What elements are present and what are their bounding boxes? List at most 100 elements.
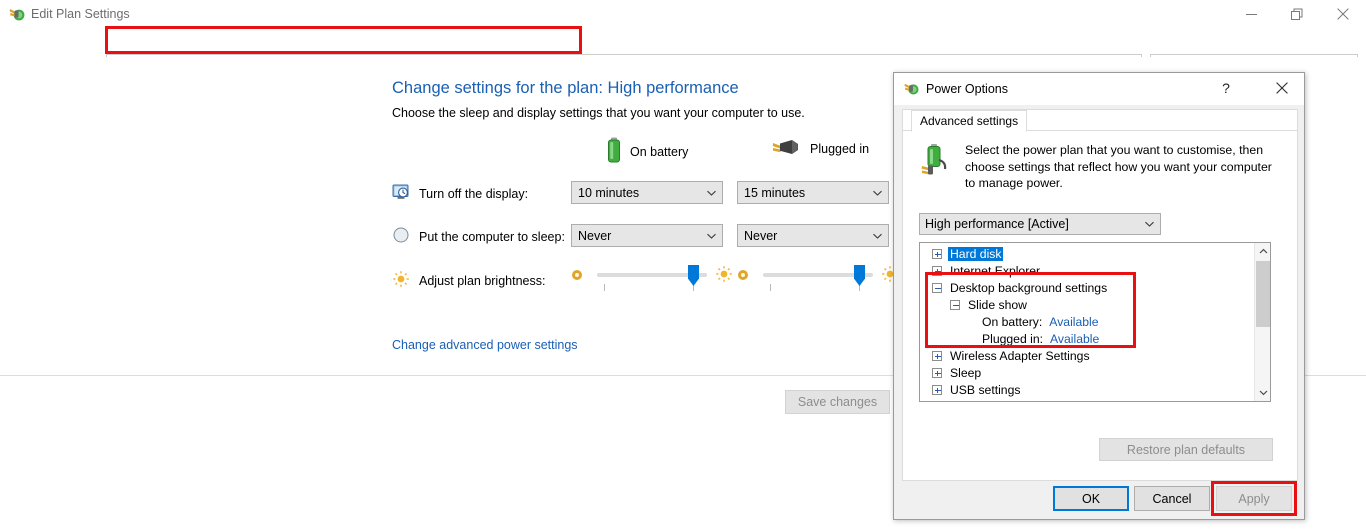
power-plug-icon (772, 137, 802, 160)
chevron-down-icon (700, 189, 722, 197)
slider-brightness-plugged-in[interactable] (737, 262, 898, 294)
battery-icon (606, 137, 622, 166)
tree-item-label: Slide show (968, 297, 1027, 312)
maximize-button[interactable] (1274, 0, 1320, 28)
dropdown-turn-off-display-plugged-in[interactable]: 15 minutes (737, 181, 889, 204)
chevron-down-icon (700, 232, 722, 240)
slider-tick (770, 284, 771, 291)
chevron-down-icon (866, 189, 888, 197)
scrollbar-thumb[interactable] (1256, 261, 1270, 327)
chevron-down-icon (866, 232, 888, 240)
tree-item-label: Intel(R) Graphics Settings (948, 400, 1092, 402)
row-label-text: Put the computer to sleep: (419, 229, 565, 244)
tree-item-label: Wireless Adapter Settings (950, 348, 1090, 363)
tree-item-label: Desktop background settings (950, 280, 1108, 295)
tree-item-slide-show-plugged-in[interactable]: Plugged in: Available (920, 330, 1256, 347)
bright-sun-icon (715, 265, 733, 288)
advanced-settings-tree[interactable]: Hard disk Internet Explorer Desktop back… (919, 242, 1271, 402)
dialog-titlebar: Power Options ? (894, 73, 1304, 105)
change-advanced-power-settings-link[interactable]: Change advanced power settings (392, 338, 578, 352)
page-subtitle: Choose the sleep and display settings th… (392, 106, 805, 120)
tab-advanced-settings[interactable]: Advanced settings (911, 110, 1028, 132)
row-label-adjust-plan-brightness: Adjust plan brightness: (392, 270, 545, 291)
window-titlebar: Edit Plan Settings (0, 0, 1366, 28)
tree-item-desktop-background-settings[interactable]: Desktop background settings (920, 279, 1256, 296)
tabstrip: Advanced settings (903, 110, 1297, 132)
slider-brightness-on-battery[interactable] (571, 262, 733, 294)
apply-button[interactable]: Apply (1216, 486, 1292, 511)
dim-sun-icon (571, 268, 583, 286)
tree-item-value[interactable]: Available (1049, 315, 1098, 329)
tree-item-slide-show[interactable]: Slide show (920, 296, 1256, 313)
slider-thumb[interactable] (688, 265, 699, 286)
dialog-close-icon[interactable] (1259, 73, 1304, 103)
tree-list: Hard disk Internet Explorer Desktop back… (920, 243, 1256, 401)
power-plug-icon (8, 5, 26, 23)
slider-tick (604, 284, 605, 291)
dialog-info-block: Select the power plan that you want to c… (919, 142, 1279, 192)
moon-icon (392, 226, 410, 247)
tree-item-slide-show-on-battery[interactable]: On battery: Available (920, 313, 1256, 330)
restore-plan-defaults-button[interactable]: Restore plan defaults (1099, 438, 1273, 461)
dropdown-value: Never (578, 228, 612, 243)
tree-item-label: Plugged in: (982, 331, 1043, 346)
collapse-minus-icon[interactable] (932, 282, 942, 293)
battery-plug-icon (919, 142, 953, 192)
tree-item-usb-settings[interactable]: USB settings (920, 381, 1256, 398)
column-label-on-battery: On battery (630, 144, 689, 159)
row-label-turn-off-display: Turn off the display: (392, 183, 528, 204)
column-header-on-battery: On battery (606, 137, 688, 166)
column-label-plugged-in: Plugged in (810, 141, 870, 156)
brightness-icon (392, 270, 410, 291)
tree-item-intel-graphics-settings[interactable]: Intel(R) Graphics Settings (920, 398, 1256, 402)
scroll-up-icon[interactable] (1255, 243, 1270, 260)
ok-button[interactable]: OK (1053, 486, 1129, 511)
close-icon[interactable] (1320, 0, 1366, 28)
dim-sun-icon (737, 268, 749, 286)
expand-plus-icon[interactable] (932, 367, 942, 378)
tree-item-hard-disk[interactable]: Hard disk (920, 245, 1256, 262)
collapse-minus-icon[interactable] (950, 299, 960, 310)
tree-item-internet-explorer[interactable]: Internet Explorer (920, 262, 1256, 279)
dropdown-power-plan[interactable]: High performance [Active] (919, 213, 1161, 235)
power-plug-icon (903, 80, 920, 97)
row-label-put-computer-to-sleep: Put the computer to sleep: (392, 226, 565, 247)
dropdown-value: Never (744, 228, 778, 243)
chevron-down-icon (1138, 220, 1160, 228)
slider-thumb[interactable] (854, 265, 865, 286)
navigation-bar: › Control Panel › Hardware and Sound › P… (0, 28, 1366, 81)
dropdown-turn-off-display-on-battery[interactable]: 10 minutes (571, 181, 723, 204)
tree-item-label: Internet Explorer (950, 263, 1041, 278)
cancel-button[interactable]: Cancel (1134, 486, 1210, 511)
tree-item-label: On battery: (982, 314, 1043, 329)
tree-item-label: Hard disk (948, 246, 1004, 261)
expand-plus-icon[interactable] (932, 248, 942, 259)
dropdown-value: 10 minutes (578, 185, 640, 200)
column-header-plugged-in: Plugged in (772, 137, 869, 160)
tree-scrollbar[interactable] (1254, 243, 1270, 401)
expand-plus-icon[interactable] (932, 265, 942, 276)
row-label-text: Turn off the display: (419, 186, 529, 201)
page-title: Change settings for the plan: High perfo… (392, 79, 739, 97)
expand-plus-icon[interactable] (932, 384, 942, 395)
row-label-text: Adjust plan brightness: (419, 273, 546, 288)
tree-item-label: USB settings (950, 382, 1021, 397)
window-title: Edit Plan Settings (31, 7, 130, 21)
minimize-button[interactable] (1228, 0, 1274, 28)
tree-item-label: Sleep (950, 365, 982, 380)
dialog-title: Power Options (926, 82, 1008, 96)
tree-item-wireless-adapter-settings[interactable]: Wireless Adapter Settings (920, 347, 1256, 364)
scroll-down-icon[interactable] (1255, 384, 1270, 401)
dialog-body: Advanced settings Select the power plan … (902, 109, 1298, 481)
dropdown-value: 15 minutes (744, 185, 806, 200)
dropdown-sleep-on-battery[interactable]: Never (571, 224, 723, 247)
help-button[interactable]: ? (1208, 73, 1244, 103)
dropdown-sleep-plugged-in[interactable]: Never (737, 224, 889, 247)
dialog-info-text: Select the power plan that you want to c… (965, 143, 1272, 190)
tree-item-sleep[interactable]: Sleep (920, 364, 1256, 381)
tree-item-value[interactable]: Available (1050, 332, 1099, 346)
expand-plus-icon[interactable] (932, 402, 942, 403)
power-plan-value: High performance [Active] (925, 217, 1069, 231)
save-changes-button[interactable]: Save changes (785, 390, 890, 414)
expand-plus-icon[interactable] (932, 350, 942, 361)
